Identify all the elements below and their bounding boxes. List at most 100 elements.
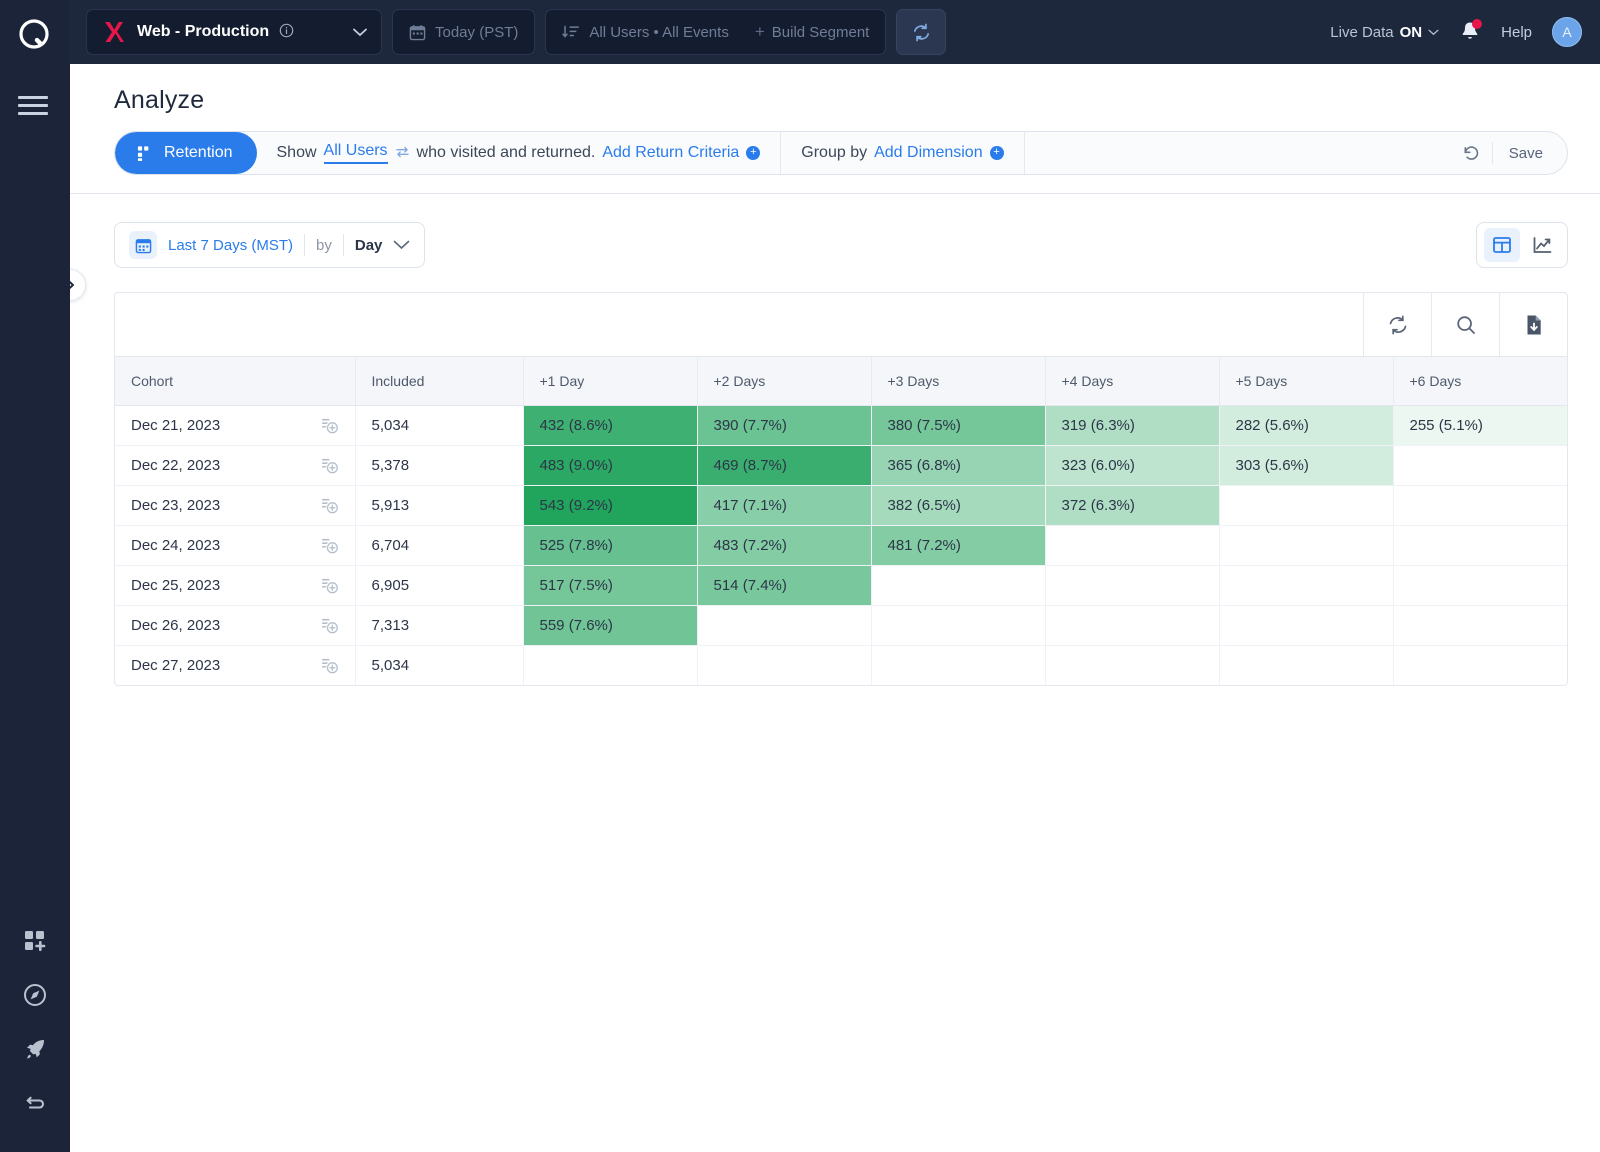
retention-cell: [871, 645, 1046, 685]
top-bar: Web - Production Today (PST) All Users •…: [70, 0, 1600, 64]
date-range-selector[interactable]: Last 7 Days (MST) by Day: [114, 222, 426, 268]
add-to-cohort-icon[interactable]: [320, 496, 339, 515]
retention-cell[interactable]: 481 (7.2%): [871, 525, 1046, 566]
retention-cell[interactable]: 319 (6.3%): [1045, 405, 1220, 446]
date-filter-button[interactable]: Today (PST): [392, 9, 536, 55]
avatar[interactable]: A: [1552, 17, 1582, 47]
retention-cell[interactable]: 417 (7.1%): [697, 485, 872, 526]
add-dimension-plus-icon[interactable]: +: [989, 146, 1004, 160]
column-header-6[interactable]: +5 Days: [1219, 357, 1394, 406]
add-to-cohort-icon[interactable]: [320, 416, 339, 435]
add-dimension-link[interactable]: Add Dimension: [874, 144, 983, 162]
retention-cell[interactable]: 372 (6.3%): [1045, 485, 1220, 526]
project-selector[interactable]: Web - Production: [86, 9, 382, 55]
refresh-icon: [913, 23, 929, 41]
cohort-cell: Dec 26, 2023: [115, 605, 356, 646]
audience-selector[interactable]: All Users: [323, 142, 388, 164]
table-header: Cohort Included +1 Day +2 Days +3 Days +4 Day…: [115, 357, 1567, 406]
swap-icon[interactable]: [395, 146, 410, 161]
column-header-4[interactable]: +3 Days: [871, 357, 1046, 406]
retention-cell[interactable]: 543 (9.2%): [523, 485, 698, 526]
undo-button[interactable]: [1450, 144, 1492, 162]
segment-filter-button[interactable]: All Users • All Events + Build Segment: [545, 9, 887, 55]
add-to-cohort-icon[interactable]: [320, 656, 339, 675]
help-link[interactable]: Help: [1501, 24, 1532, 41]
column-header-2[interactable]: +1 Day: [523, 357, 698, 406]
save-button[interactable]: Save: [1491, 142, 1563, 164]
column-header-0[interactable]: Cohort: [115, 357, 356, 406]
report-type-button[interactable]: Retention: [115, 132, 257, 174]
hamburger-menu-icon[interactable]: [18, 90, 52, 120]
retention-cell[interactable]: 432 (8.6%): [523, 405, 698, 446]
table-row: Dec 25, 2023 6,905 517 (7.5%) 514 (7.4%): [115, 565, 1567, 606]
retention-cell[interactable]: 517 (7.5%): [523, 565, 698, 606]
retention-cell[interactable]: 282 (5.6%): [1219, 405, 1394, 446]
retention-cell[interactable]: 514 (7.4%): [697, 565, 872, 606]
table-search-button[interactable]: [1431, 293, 1499, 356]
retention-cell[interactable]: 365 (6.8%): [871, 445, 1046, 486]
plus-icon: +: [754, 22, 765, 41]
add-to-cohort-icon[interactable]: [320, 576, 339, 595]
download-file-icon: [1527, 315, 1541, 334]
add-return-criteria-link[interactable]: Add Return Criteria: [602, 144, 739, 162]
add-return-criteria-plus-icon[interactable]: +: [746, 146, 761, 160]
refresh-button[interactable]: [896, 9, 947, 55]
page-title: Analyze: [114, 86, 205, 114]
retention-cell: [1393, 565, 1567, 606]
calendar-icon: [129, 231, 157, 259]
chevron-down-icon[interactable]: [393, 240, 410, 250]
retention-cell[interactable]: 323 (6.0%): [1045, 445, 1220, 486]
retention-cell: [1393, 645, 1567, 685]
retention-cell: [1045, 525, 1220, 566]
retention-cell[interactable]: 303 (5.6%): [1219, 445, 1394, 486]
retention-cell[interactable]: 483 (9.0%): [523, 445, 698, 486]
retention-cell[interactable]: 382 (6.5%): [871, 485, 1046, 526]
cohort-date: Dec 23, 2023: [131, 496, 221, 514]
by-label: by: [316, 236, 332, 254]
retention-cell[interactable]: 390 (7.7%): [697, 405, 872, 446]
table-download-button[interactable]: [1499, 293, 1567, 356]
loop-icon[interactable]: [22, 1090, 48, 1116]
add-to-cohort-icon[interactable]: [320, 616, 339, 635]
retention-cell: [1393, 485, 1567, 526]
add-to-cohort-icon[interactable]: [320, 536, 339, 555]
cohort-date: Dec 25, 2023: [131, 576, 221, 594]
included-cell: 5,034: [355, 645, 524, 685]
cohort-cell: Dec 24, 2023: [115, 525, 356, 566]
chart-view-button[interactable]: [1524, 228, 1560, 262]
info-icon[interactable]: [279, 23, 294, 41]
retention-cell[interactable]: 380 (7.5%): [871, 405, 1046, 446]
add-to-cohort-icon[interactable]: [320, 456, 339, 475]
live-data-toggle[interactable]: Live Data ON: [1330, 24, 1439, 41]
cohort-date: Dec 24, 2023: [131, 536, 221, 554]
table-refresh-button[interactable]: [1363, 293, 1431, 356]
cohort-cell: Dec 22, 2023: [115, 445, 356, 486]
divider: [342, 234, 344, 256]
notifications-button[interactable]: [1459, 19, 1483, 44]
retention-cell[interactable]: 469 (8.7%): [697, 445, 872, 486]
column-header-7[interactable]: +6 Days: [1393, 357, 1567, 406]
project-chevron-down-icon[interactable]: [353, 28, 367, 37]
compass-icon[interactable]: [22, 982, 48, 1008]
group-by-clause: Group by Add Dimension +: [781, 132, 1025, 174]
divider: [304, 234, 306, 256]
rocket-icon[interactable]: [22, 1036, 48, 1062]
cohort-cell: Dec 23, 2023: [115, 485, 356, 526]
retention-cell[interactable]: 525 (7.8%): [523, 525, 698, 566]
retention-cell: [523, 645, 698, 685]
included-cell: 6,704: [355, 525, 524, 566]
retention-cell[interactable]: 483 (7.2%): [697, 525, 872, 566]
page: Analyze Retention Show All Users who vis…: [54, 64, 1600, 1152]
column-header-5[interactable]: +4 Days: [1045, 357, 1220, 406]
show-label: Show: [276, 144, 317, 161]
retention-cell[interactable]: 559 (7.6%): [523, 605, 698, 646]
date-range-label: Last 7 Days (MST): [168, 236, 294, 254]
retention-cell[interactable]: 255 (5.1%): [1393, 405, 1567, 446]
table-view-button[interactable]: [1484, 228, 1520, 262]
cohort-date: Dec 22, 2023: [131, 456, 221, 474]
granularity-label: Day: [354, 236, 383, 254]
column-header-3[interactable]: +2 Days: [697, 357, 872, 406]
add-board-icon[interactable]: [22, 928, 48, 954]
column-header-1[interactable]: Included: [355, 357, 524, 406]
retention-cell: [1219, 605, 1394, 646]
